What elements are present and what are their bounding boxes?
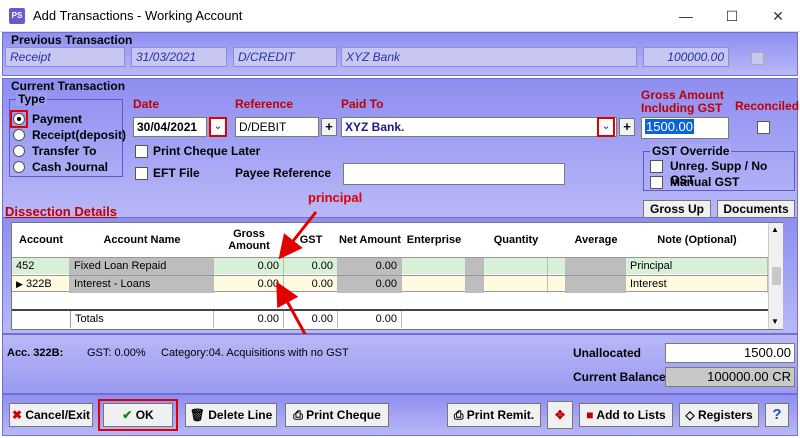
- move-arrows-icon: ✥: [554, 408, 566, 422]
- add-to-lists-button[interactable]: ■ Add to Lists: [579, 403, 673, 427]
- balance-label: Current Balance: [573, 370, 666, 384]
- registers-button[interactable]: ◇ Registers: [679, 403, 759, 427]
- ok-button[interactable]: ✔ OK: [103, 403, 173, 427]
- status-category: Category:04. Acquisitions with no GST: [161, 347, 349, 359]
- printer-icon: ⎙: [293, 408, 303, 422]
- print-cheque-button[interactable]: ⎙ Print Cheque: [285, 403, 389, 427]
- status-account: Acc. 322B:: [7, 347, 64, 359]
- unallocated-value: 1500.00: [665, 343, 795, 363]
- cancel-button[interactable]: ✖ Cancel/Exit: [9, 403, 93, 427]
- button-bar: ✖ Cancel/Exit ✔ OK 🗑 Delete Line ⎙ Print…: [2, 394, 798, 436]
- status-area: Acc. 322B: GST: 0.00% Category:04. Acqui…: [2, 334, 798, 394]
- eraser-icon: ■: [586, 408, 594, 422]
- trash-icon: 🗑: [189, 408, 205, 422]
- balance-value: 100000.00 CR: [665, 367, 795, 387]
- printer-icon: ⎙: [453, 408, 464, 422]
- tag-icon: ◇: [685, 408, 695, 422]
- registers-label: Registers: [697, 408, 753, 422]
- add-to-lists-label: Add to Lists: [596, 408, 666, 422]
- unallocated-label: Unallocated: [573, 346, 642, 360]
- ok-button-label: OK: [135, 408, 154, 422]
- cancel-x-icon: ✖: [11, 408, 22, 422]
- print-remit-label: Print Remit.: [466, 408, 535, 422]
- print-remit-button[interactable]: ⎙ Print Remit.: [447, 403, 541, 427]
- move-tool-button[interactable]: ✥: [547, 401, 573, 429]
- status-gst: GST: 0.00%: [87, 347, 146, 359]
- delete-line-label: Delete Line: [208, 408, 273, 422]
- checkmark-icon: ✔: [122, 408, 133, 422]
- print-cheque-label: Print Cheque: [306, 408, 381, 422]
- cancel-button-label: Cancel/Exit: [25, 408, 91, 422]
- help-button[interactable]: ?: [765, 403, 789, 427]
- delete-line-button[interactable]: 🗑 Delete Line: [185, 403, 277, 427]
- principal-arrow: [278, 211, 318, 260]
